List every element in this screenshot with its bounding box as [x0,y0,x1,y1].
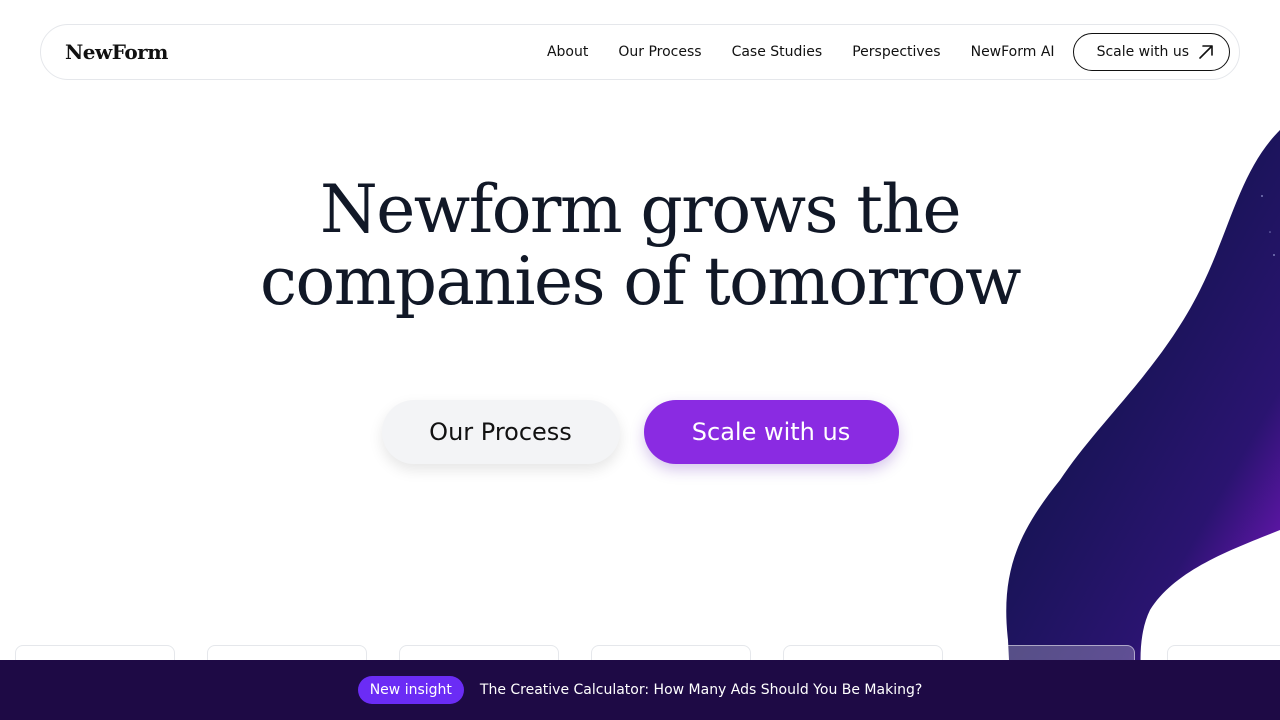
brand-logo[interactable]: NewForm [65,40,168,64]
main-nav: About Our Process Case Studies Perspecti… [547,44,1055,60]
hero-title-line-2: companies of tomorrow [260,243,1021,320]
header-scale-label: Scale with us [1096,44,1189,60]
site-header: NewForm About Our Process Case Studies P… [40,24,1240,80]
nav-link-about[interactable]: About [547,44,588,60]
decorative-swoosh [1006,130,1280,720]
hero-title-line-1: Newform grows the [319,171,962,248]
new-insight-badge[interactable]: New insight [357,676,464,704]
arrow-up-right-icon [1199,45,1213,59]
our-process-button[interactable]: Our Process [381,400,620,464]
nav-link-perspectives[interactable]: Perspectives [852,44,940,60]
scale-with-us-button[interactable]: Scale with us [643,400,899,464]
nav-link-newform-ai[interactable]: NewForm AI [971,44,1055,60]
nav-link-case-studies[interactable]: Case Studies [732,44,823,60]
header-scale-button[interactable]: Scale with us [1072,33,1230,71]
landing-page: NewForm About Our Process Case Studies P… [0,0,1280,720]
hero-title: Newform grows the companies of tomorrow [0,174,1280,318]
nav-link-our-process[interactable]: Our Process [618,44,701,60]
insight-link[interactable]: The Creative Calculator: How Many Ads Sh… [480,682,922,698]
hero-actions: Our Process Scale with us [0,400,1280,464]
insight-banner: New insight The Creative Calculator: How… [0,660,1280,720]
